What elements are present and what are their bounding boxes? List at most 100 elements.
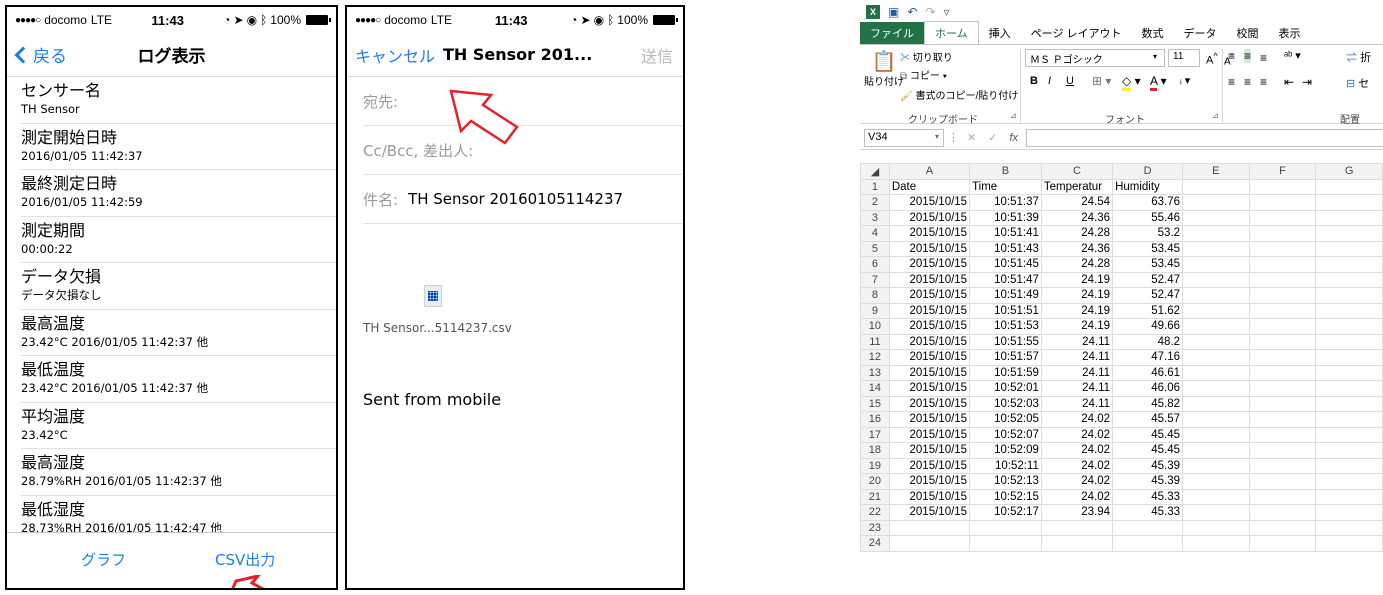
row-number[interactable]: 20 — [860, 473, 890, 490]
align-middle-icon[interactable]: ≡ — [1244, 49, 1252, 63]
table-cell[interactable] — [1315, 380, 1383, 397]
table-cell[interactable] — [1182, 194, 1250, 211]
table-cell[interactable]: 47.16 — [1112, 349, 1184, 366]
cut-button[interactable]: ✂ 切り取り — [900, 49, 953, 64]
tab-insert[interactable]: 挿入 — [979, 22, 1021, 44]
table-cell[interactable]: 24.28 — [1040, 256, 1114, 273]
table-cell[interactable]: 2015/10/15 — [888, 364, 971, 381]
table-cell[interactable]: 10:51:43 — [969, 240, 1042, 257]
table-cell[interactable]: 24.11 — [1040, 380, 1114, 397]
table-cell[interactable] — [1248, 256, 1317, 273]
table-cell[interactable] — [1248, 426, 1317, 443]
bold-button[interactable]: B — [1030, 75, 1038, 87]
table-cell[interactable]: 10:51:45 — [969, 256, 1042, 273]
table-cell[interactable]: 24.19 — [1040, 271, 1114, 288]
table-cell[interactable] — [969, 535, 1042, 552]
table-cell[interactable] — [1248, 442, 1317, 459]
merge-center-button[interactable]: ⊟ セ — [1346, 75, 1369, 91]
row-number[interactable]: 11 — [860, 333, 890, 350]
cancel-icon[interactable]: ✕ — [963, 131, 980, 144]
table-cell[interactable]: 10:52:09 — [969, 442, 1042, 459]
table-cell[interactable]: 2015/10/15 — [888, 488, 971, 505]
row-number[interactable]: 10 — [860, 318, 890, 335]
table-cell[interactable]: 10:52:05 — [969, 411, 1042, 428]
align-center-icon[interactable]: ≡ — [1244, 75, 1251, 89]
save-icon[interactable]: ▣ — [888, 5, 899, 19]
table-cell[interactable]: 10:51:59 — [969, 364, 1042, 381]
table-cell[interactable] — [969, 519, 1042, 536]
table-cell[interactable]: 24.54 — [1040, 194, 1114, 211]
table-cell[interactable]: 2015/10/15 — [888, 333, 971, 350]
tab-file[interactable]: ファイル — [860, 22, 924, 44]
table-cell[interactable]: 10:51:55 — [969, 333, 1042, 350]
table-cell[interactable] — [1182, 426, 1250, 443]
table-cell[interactable]: 2015/10/15 — [888, 426, 971, 443]
column-header[interactable]: A — [888, 163, 971, 180]
select-all-corner[interactable]: ◢ — [860, 163, 890, 180]
table-cell[interactable]: 45.33 — [1112, 488, 1184, 505]
table-cell[interactable] — [1315, 256, 1383, 273]
row-number[interactable]: 7 — [860, 271, 890, 288]
table-cell[interactable] — [1315, 302, 1383, 319]
column-header[interactable]: D — [1112, 163, 1184, 180]
table-cell[interactable] — [1315, 178, 1383, 195]
tab-view[interactable]: 表示 — [1269, 22, 1311, 44]
table-cell[interactable] — [1182, 457, 1250, 474]
cc-field[interactable]: Cc/Bcc, 差出人: — [363, 126, 683, 175]
table-cell[interactable] — [1182, 473, 1250, 490]
row-number[interactable]: 5 — [860, 240, 890, 257]
table-cell[interactable]: 46.06 — [1112, 380, 1184, 397]
table-cell[interactable] — [1248, 349, 1317, 366]
table-cell[interactable]: 51.62 — [1112, 302, 1184, 319]
tab-data[interactable]: データ — [1174, 22, 1227, 44]
grow-font-button[interactable]: A^ — [1206, 51, 1218, 67]
table-cell[interactable]: 53.45 — [1112, 240, 1184, 257]
table-cell[interactable]: 24.02 — [1040, 426, 1114, 443]
table-cell[interactable] — [1248, 504, 1317, 521]
row-number[interactable]: 13 — [860, 364, 890, 381]
dialog-launcher-icon[interactable]: ⊿ — [1212, 111, 1219, 120]
table-cell[interactable] — [1112, 535, 1184, 552]
row-number[interactable]: 18 — [860, 442, 890, 459]
row-number[interactable]: 2 — [860, 194, 890, 211]
tab-review[interactable]: 校閲 — [1227, 22, 1269, 44]
tab-formulas[interactable]: 数式 — [1132, 22, 1174, 44]
row-number[interactable]: 24 — [860, 535, 890, 552]
csv-export-button[interactable]: CSV出力 — [215, 549, 275, 570]
table-cell[interactable]: Time — [969, 178, 1042, 195]
table-cell[interactable] — [1182, 287, 1250, 304]
table-cell[interactable] — [1315, 333, 1383, 350]
table-cell[interactable] — [1248, 318, 1317, 335]
table-cell[interactable]: 24.11 — [1040, 333, 1114, 350]
underline-button[interactable]: U — [1066, 75, 1074, 87]
column-header[interactable]: B — [969, 163, 1042, 180]
font-size-select[interactable]: 11 — [1168, 49, 1200, 67]
table-cell[interactable] — [1182, 349, 1250, 366]
table-cell[interactable]: 2015/10/15 — [888, 349, 971, 366]
table-cell[interactable] — [1248, 380, 1317, 397]
dialog-launcher-icon[interactable]: ⊿ — [1010, 111, 1017, 120]
phonetic-icon[interactable]: ᵢ ▾ — [1180, 74, 1190, 87]
table-cell[interactable] — [1112, 519, 1184, 536]
row-number[interactable]: 12 — [860, 349, 890, 366]
table-cell[interactable]: 10:52:03 — [969, 395, 1042, 412]
table-cell[interactable] — [1315, 349, 1383, 366]
align-bottom-icon[interactable]: ≡ — [1260, 51, 1267, 65]
table-cell[interactable]: 2015/10/15 — [888, 411, 971, 428]
table-cell[interactable]: 45.33 — [1112, 504, 1184, 521]
table-cell[interactable] — [1182, 395, 1250, 412]
table-cell[interactable] — [1182, 519, 1250, 536]
table-cell[interactable] — [1315, 519, 1383, 536]
table-cell[interactable]: 24.02 — [1040, 411, 1114, 428]
table-cell[interactable] — [1248, 287, 1317, 304]
row-number[interactable]: 9 — [860, 302, 890, 319]
table-cell[interactable]: 2015/10/15 — [888, 395, 971, 412]
table-cell[interactable] — [1315, 442, 1383, 459]
table-cell[interactable] — [1182, 271, 1250, 288]
table-cell[interactable]: 24.28 — [1040, 225, 1114, 242]
decrease-indent-icon[interactable]: ⇤ — [1284, 75, 1294, 89]
table-cell[interactable] — [1248, 225, 1317, 242]
subject-field[interactable]: 件名: TH Sensor 20160105114237 — [363, 175, 683, 224]
row-number[interactable]: 19 — [860, 457, 890, 474]
table-cell[interactable]: 2015/10/15 — [888, 380, 971, 397]
